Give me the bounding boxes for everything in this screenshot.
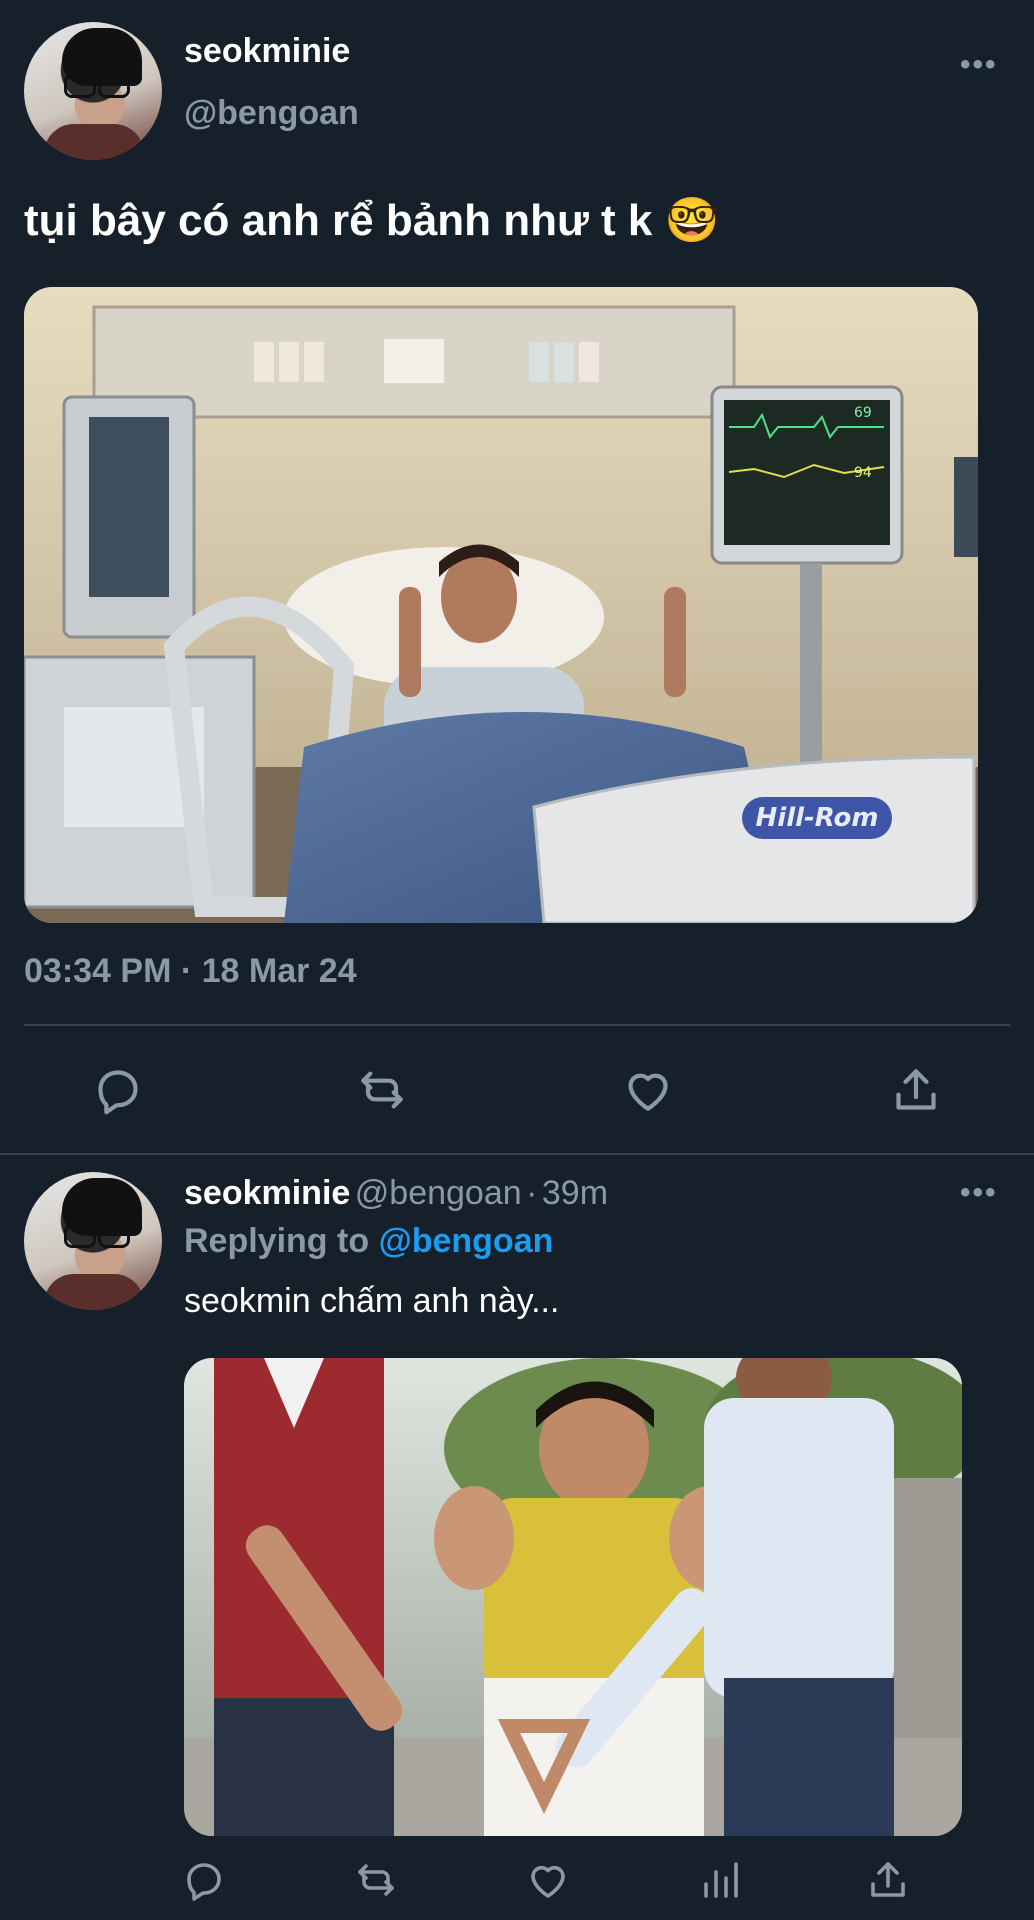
reply-more-options-icon[interactable]: ••• bbox=[960, 1176, 998, 1210]
reply-separator: · bbox=[526, 1174, 538, 1212]
share-icon[interactable] bbox=[888, 1062, 944, 1118]
reply-header: seokminie @bengoan · 39m bbox=[184, 1174, 608, 1213]
reply-display-name[interactable]: seokminie bbox=[184, 1174, 350, 1212]
tweet-text: tụi bây có anh rể bảnh như t k 🤓 bbox=[24, 196, 720, 245]
reply-text: seokmin chấm anh này... bbox=[184, 1282, 560, 1320]
thread-divider bbox=[0, 1153, 1034, 1155]
reply-share-icon[interactable] bbox=[864, 1856, 912, 1904]
bed-brand-label: Hill-Rom bbox=[756, 803, 879, 833]
monitor-reading-heart: 69 bbox=[854, 405, 872, 421]
reply-reply-icon[interactable] bbox=[180, 1856, 228, 1904]
replying-to-prefix: Replying to bbox=[184, 1222, 370, 1260]
monitor-reading-spo2: 94 bbox=[854, 465, 872, 481]
author-handle[interactable]: @bengoan bbox=[184, 94, 359, 133]
more-options-icon[interactable]: ••• bbox=[960, 48, 998, 82]
tweet-timestamp[interactable]: 03:34 PM · 18 Mar 24 bbox=[24, 952, 357, 991]
reply-media-image[interactable] bbox=[184, 1358, 962, 1836]
replying-to: Replying to @bengoan bbox=[184, 1222, 553, 1261]
reply-analytics-icon[interactable] bbox=[696, 1856, 744, 1904]
reply-retweet-icon[interactable] bbox=[352, 1856, 400, 1904]
reply-age[interactable]: 39m bbox=[542, 1174, 608, 1212]
reply-icon[interactable] bbox=[90, 1062, 146, 1118]
replying-to-handle-link[interactable]: @bengoan bbox=[379, 1222, 554, 1260]
reply-handle[interactable]: @bengoan bbox=[355, 1174, 522, 1212]
like-icon[interactable] bbox=[620, 1062, 676, 1118]
reply-like-icon[interactable] bbox=[524, 1856, 572, 1904]
divider bbox=[24, 1024, 1010, 1026]
tweet-media-image[interactable]: 69 94 Hill-Rom bbox=[24, 287, 978, 923]
reply-author-avatar[interactable] bbox=[24, 1172, 162, 1310]
author-avatar[interactable] bbox=[24, 22, 162, 160]
retweet-icon[interactable] bbox=[354, 1062, 410, 1118]
author-display-name[interactable]: seokminie bbox=[184, 32, 350, 71]
